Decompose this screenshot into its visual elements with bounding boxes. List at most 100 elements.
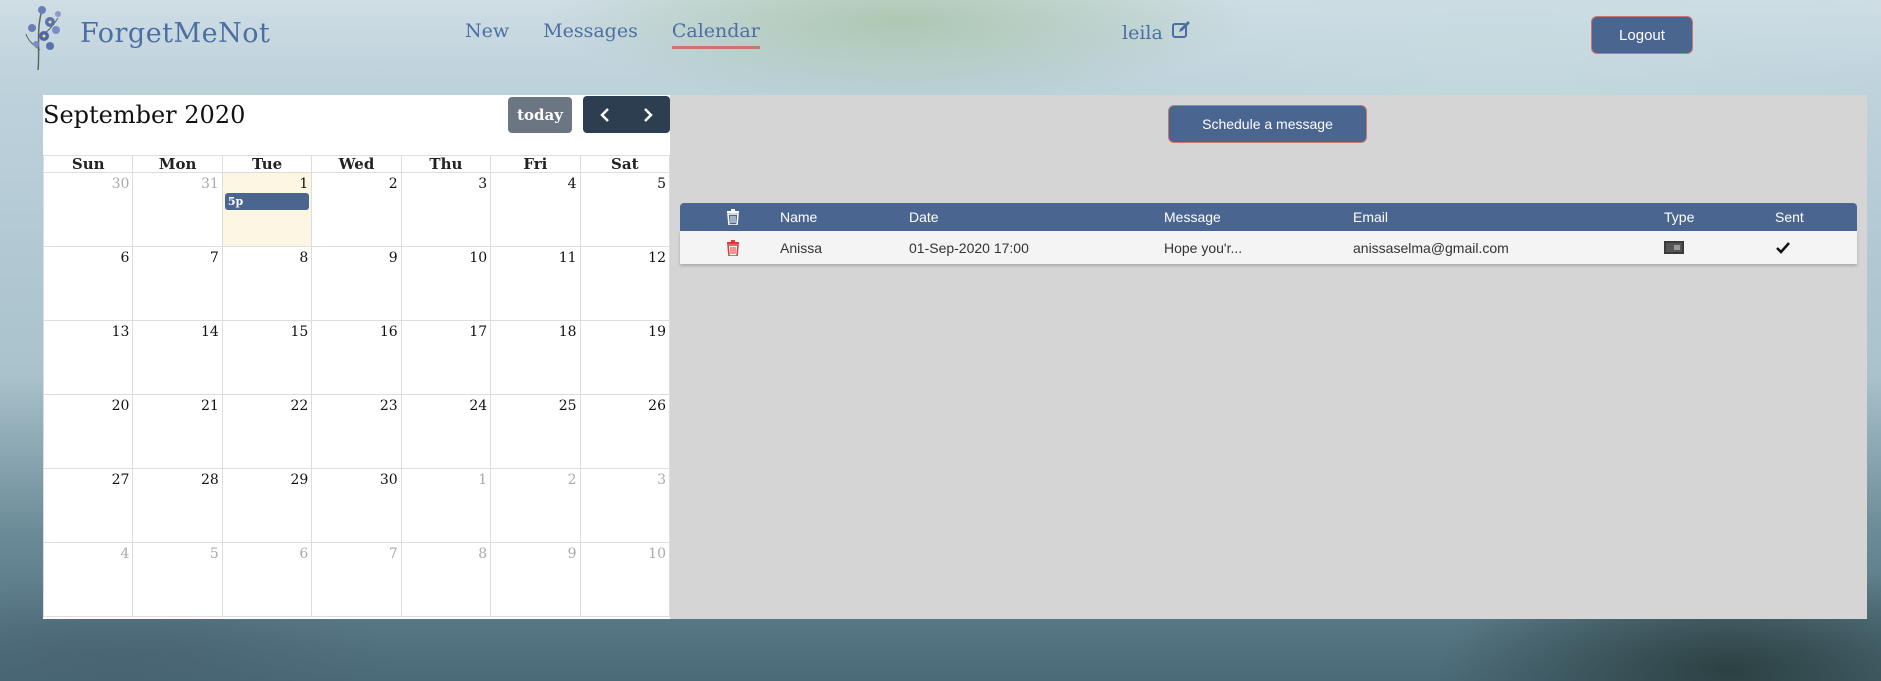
calendar-days: 30 31 1 5p 2 3 4 5 6 7 8 9 10 11 12 13 14 15 16 17 18 19 20 21 2…	[43, 173, 670, 617]
calendar-day-cell[interactable]: 11	[491, 247, 581, 321]
calendar-day-cell[interactable]: 26	[580, 395, 670, 469]
calendar-day-cell[interactable]: 1 5p	[222, 173, 313, 247]
calendar-day-cell[interactable]: 6	[222, 543, 313, 617]
calendar-day-cell[interactable]: 5	[133, 543, 223, 617]
col-sent[interactable]: Sent	[1775, 203, 1804, 231]
calendar-day-cell[interactable]: 30	[44, 173, 134, 247]
logout-button[interactable]: Logout	[1591, 16, 1693, 54]
cell-name: Anissa	[780, 239, 823, 256]
calendar-day-cell[interactable]: 15	[222, 321, 313, 395]
col-email[interactable]: Email	[1353, 203, 1388, 231]
calendar-day-cell[interactable]: 9	[491, 543, 581, 617]
schedule-message-button[interactable]: Schedule a message	[1168, 105, 1367, 143]
col-date[interactable]: Date	[909, 203, 939, 231]
user-info: leila	[1122, 20, 1191, 45]
calendar-day-cell[interactable]: 17	[401, 321, 492, 395]
calendar-day-number: 17	[469, 324, 488, 340]
calendar-day-cell[interactable]: 21	[133, 395, 223, 469]
calendar-day-cell[interactable]: 16	[312, 321, 402, 395]
calendar-day-cell[interactable]: 27	[44, 469, 134, 543]
calendar-day-cell[interactable]: 5	[580, 173, 670, 247]
logo-text: ForgetMeNot	[80, 17, 271, 49]
calendar-day-cell[interactable]: 12	[580, 247, 670, 321]
nav-new[interactable]: New	[465, 20, 519, 49]
calendar-day-number: 6	[120, 250, 130, 266]
calendar-day-number: 27	[111, 472, 130, 488]
calendar-day-cell[interactable]: 18	[491, 321, 581, 395]
checkmark-icon	[1775, 231, 1791, 264]
calendar-day-cell[interactable]: 9	[312, 247, 402, 321]
calendar-day-cell[interactable]: 31	[133, 173, 223, 247]
main-nav: New Messages Calendar	[465, 20, 784, 49]
delete-row-button[interactable]	[726, 231, 740, 264]
app-logo[interactable]: ForgetMeNot	[18, 0, 270, 72]
weekday-sat: Sat	[580, 156, 670, 173]
calendar-day-cell[interactable]: 8	[401, 543, 492, 617]
user-name: leila	[1122, 21, 1163, 44]
calendar-day-cell[interactable]: 28	[133, 469, 223, 543]
trash-icon	[726, 203, 740, 231]
calendar-day-cell[interactable]: 2	[491, 469, 581, 543]
nav-messages[interactable]: Messages	[543, 20, 648, 49]
calendar-day-cell[interactable]: 3	[580, 469, 670, 543]
calendar-day-number: 11	[558, 250, 577, 266]
calendar-day-number: 14	[201, 324, 219, 340]
messages-table: Name Date Message Email Type Sent Anissa…	[680, 203, 1857, 264]
calendar-day-cell[interactable]: 10	[401, 247, 492, 321]
calendar-day-cell[interactable]: 7	[312, 543, 402, 617]
calendar-day-cell[interactable]: 24	[401, 395, 492, 469]
weekday-header: Sun Mon Tue Wed Thu Fri Sat	[43, 155, 670, 173]
calendar-day-cell[interactable]: 4	[491, 173, 581, 247]
calendar-day-cell[interactable]: 1	[401, 469, 492, 543]
calendar-day-cell[interactable]: 8	[222, 247, 313, 321]
calendar-day-number: 30	[111, 176, 130, 192]
calendar-day-cell[interactable]: 25	[491, 395, 581, 469]
calendar-day-cell[interactable]: 10	[580, 543, 670, 617]
today-button[interactable]: today	[508, 97, 572, 133]
calendar-day-cell[interactable]: 30	[312, 469, 402, 543]
calendar-day-cell[interactable]: 4	[44, 543, 134, 617]
calendar-day-number: 10	[648, 546, 666, 562]
calendar-day-cell[interactable]: 19	[580, 321, 670, 395]
calendar-day-number: 10	[469, 250, 488, 266]
calendar-day-cell[interactable]: 20	[44, 395, 134, 469]
table-row[interactable]: Anissa 01-Sep-2020 17:00 Hope you'r... a…	[680, 231, 1857, 264]
calendar-day-number: 9	[388, 250, 398, 266]
calendar-day-cell[interactable]: 7	[133, 247, 223, 321]
calendar-day-number: 2	[567, 472, 577, 488]
chevron-right-icon	[644, 107, 654, 122]
calendar-day-number: 1	[478, 472, 488, 488]
calendar-day-number: 3	[657, 472, 666, 488]
calendar-day-cell[interactable]: 14	[133, 321, 223, 395]
calendar-day-number: 16	[379, 324, 398, 340]
calendar-day-number: 4	[120, 546, 130, 562]
calendar-day-number: 21	[201, 398, 219, 414]
flower-logo-icon	[18, 0, 70, 72]
col-name[interactable]: Name	[780, 203, 817, 231]
calendar-day-number: 7	[209, 250, 219, 266]
prev-month-button[interactable]	[583, 96, 627, 133]
calendar-day-number: 12	[648, 250, 666, 266]
calendar-day-number: 13	[111, 324, 130, 340]
weekday-thu: Thu	[401, 156, 492, 173]
calendar-day-number: 6	[299, 546, 309, 562]
calendar-day-cell[interactable]: 3	[401, 173, 492, 247]
edit-icon[interactable]	[1171, 20, 1191, 45]
cell-email: anissaselma@gmail.com	[1353, 239, 1509, 256]
calendar-grid: Sun Mon Tue Wed Thu Fri Sat 30 31 1 5p 2 3 4 5 6…	[43, 155, 670, 617]
calendar-day-cell[interactable]: 6	[44, 247, 134, 321]
calendar-day-cell[interactable]: 22	[222, 395, 313, 469]
calendar-day-number: 2	[388, 176, 398, 192]
calendar-day-number: 23	[379, 398, 398, 414]
next-month-button[interactable]	[627, 96, 671, 133]
calendar-day-cell[interactable]: 23	[312, 395, 402, 469]
calendar-day-cell[interactable]: 2	[312, 173, 402, 247]
col-type[interactable]: Type	[1664, 203, 1694, 231]
col-message[interactable]: Message	[1164, 203, 1221, 231]
nav-calendar[interactable]: Calendar	[671, 20, 760, 49]
calendar-day-cell[interactable]: 29	[222, 469, 313, 543]
calendar-day-number: 5	[209, 546, 219, 562]
calendar-day-cell[interactable]: 13	[44, 321, 134, 395]
calendar-day-number: 19	[648, 324, 666, 340]
calendar-event[interactable]: 5p	[224, 193, 310, 210]
